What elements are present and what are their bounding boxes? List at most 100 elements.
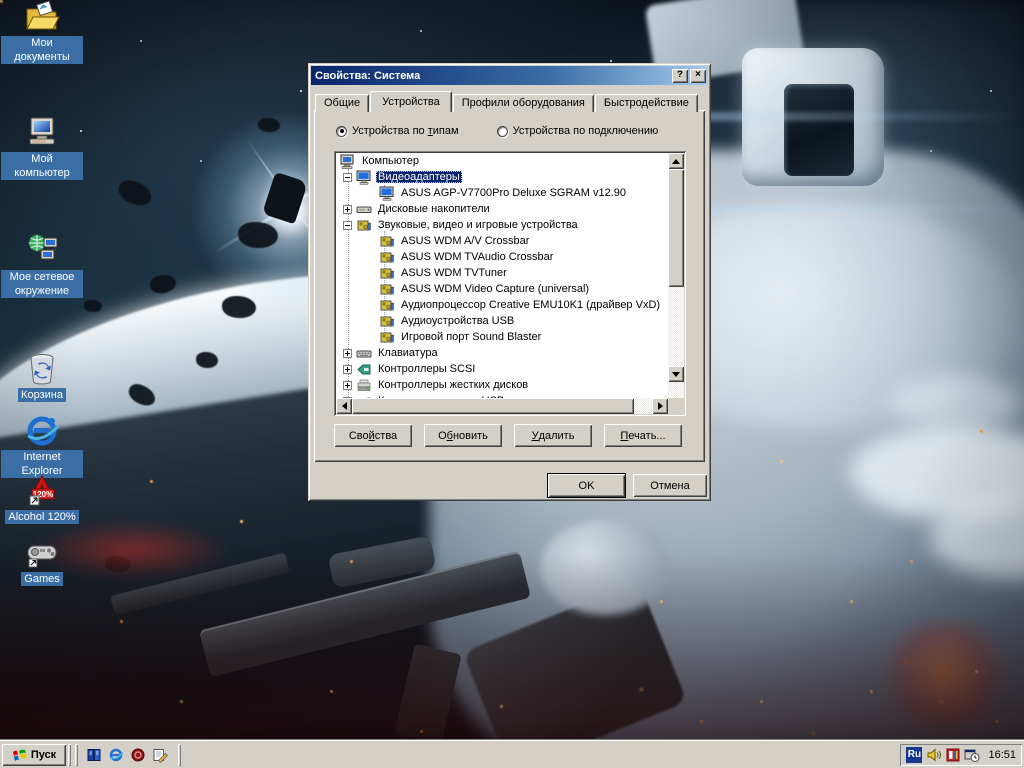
cd-emulator-icon[interactable] bbox=[945, 747, 961, 763]
help-icon[interactable]: ? bbox=[672, 68, 688, 83]
desktop-icon-label: Мое сетевое окружение bbox=[1, 270, 83, 298]
arrow-left-icon bbox=[341, 402, 347, 410]
desktop-icon-internet-explorer[interactable]: Internet Explorer bbox=[0, 414, 84, 478]
dialog-titlebar[interactable]: Свойства: Система ? × bbox=[311, 66, 708, 85]
scroll-up-button[interactable] bbox=[668, 153, 684, 169]
volume-icon[interactable] bbox=[926, 747, 942, 763]
horizontal-scroll-thumb[interactable] bbox=[352, 398, 634, 414]
tree-item-label: Контроллеры жестких дисков bbox=[378, 379, 529, 391]
tree-item[interactable]: Игровой порт Sound Blaster bbox=[336, 329, 668, 345]
device-tree: Компьютер Видеоадаптеры ASUS AGP-V7700Pro … bbox=[336, 153, 668, 398]
red-circle-icon[interactable] bbox=[128, 745, 148, 765]
network-neighborhood-icon bbox=[24, 234, 60, 268]
tree-item-label: Аудиоустройства USB bbox=[401, 315, 515, 327]
sound-icon bbox=[379, 330, 396, 345]
desktop-icon-label: Alcohol 120% bbox=[5, 510, 79, 524]
tree-item[interactable]: Аудиоустройства USB bbox=[336, 313, 668, 329]
alcohol-120-icon: 120% bbox=[24, 474, 60, 508]
sound-icon bbox=[379, 298, 396, 313]
vertical-scrollbar[interactable] bbox=[668, 153, 684, 398]
tree-item[interactable]: Клавиатура bbox=[336, 345, 668, 361]
tree-item-label: Дисковые накопители bbox=[378, 203, 490, 215]
remove-button[interactable]: Удалить bbox=[514, 424, 592, 447]
language-indicator[interactable]: Ru bbox=[906, 746, 923, 763]
collapse-icon[interactable] bbox=[343, 220, 352, 230]
scsi-icon bbox=[356, 362, 373, 377]
tree-item-label: ASUS AGP-V7700Pro Deluxe SGRAM v12.90 bbox=[401, 187, 626, 199]
tree-item-label: ASUS WDM Video Capture (universal) bbox=[401, 283, 590, 295]
collapse-icon[interactable] bbox=[343, 172, 352, 182]
print-button[interactable]: Печать... bbox=[604, 424, 682, 447]
scroll-right-button[interactable] bbox=[652, 398, 668, 414]
properties-button[interactable]: Сво й ства bbox=[334, 424, 412, 447]
scheduler-icon[interactable] bbox=[964, 747, 980, 763]
radio-label: Устройства по типам bbox=[352, 125, 459, 137]
arrow-right-icon bbox=[657, 402, 663, 410]
show-desktop-icon[interactable] bbox=[150, 745, 170, 765]
refresh-button[interactable]: Об новить bbox=[424, 424, 502, 447]
tree-item[interactable]: Аудиопроцессор Creative EMU10K1 (драйвер… bbox=[336, 297, 668, 313]
tree-item[interactable]: Дисковые накопители bbox=[336, 201, 668, 217]
tree-item[interactable]: ASUS WDM A/V Crossbar bbox=[336, 233, 668, 249]
desktop-icon-network-neighborhood[interactable]: Мое сетевое окружение bbox=[0, 234, 84, 298]
tree-item-label: ASUS WDM TVAudio Crossbar bbox=[401, 251, 554, 263]
ok-button[interactable]: OK bbox=[547, 473, 626, 498]
close-icon[interactable]: × bbox=[690, 68, 706, 83]
taskbar-handle[interactable] bbox=[68, 743, 71, 766]
radio-devices-by-type[interactable]: Устройства по типам bbox=[336, 125, 459, 137]
desktop-icon-label: Games bbox=[21, 572, 63, 586]
my-computer-icon bbox=[24, 116, 60, 150]
expand-icon[interactable] bbox=[343, 348, 352, 358]
tab-devices[interactable]: Устройства bbox=[370, 91, 452, 112]
tab-hardware-profiles[interactable]: Профили оборудования bbox=[452, 94, 594, 112]
expand-icon[interactable] bbox=[343, 204, 352, 214]
taskbar: Пуск Ru 16:51 bbox=[0, 740, 1024, 768]
tree-item[interactable]: Контроллеры жестких дисков bbox=[336, 377, 668, 393]
tree-item[interactable]: ASUS WDM TVAudio Crossbar bbox=[336, 249, 668, 265]
radio-circle-icon bbox=[496, 125, 508, 137]
start-button[interactable]: Пуск bbox=[2, 743, 66, 766]
recycle-bin-icon bbox=[24, 352, 60, 386]
desktop-icon-label: Корзина bbox=[18, 388, 66, 402]
sound-icon bbox=[379, 250, 396, 265]
my-documents-icon bbox=[24, 0, 60, 34]
scroll-left-button[interactable] bbox=[336, 398, 352, 414]
desktop-icon-games[interactable]: Games bbox=[0, 536, 84, 586]
tree-item-label: Звуковые, видео и игровые устройства bbox=[378, 219, 578, 231]
tree-item[interactable]: ASUS AGP-V7700Pro Deluxe SGRAM v12.90 bbox=[336, 185, 668, 201]
tab-performance[interactable]: Быстродействие bbox=[594, 94, 698, 112]
expand-icon[interactable] bbox=[343, 364, 352, 374]
tab-general[interactable]: Общие bbox=[315, 94, 370, 112]
tree-item-label: Компьютер bbox=[362, 155, 419, 167]
arrow-up-icon bbox=[672, 158, 680, 164]
drive-icon bbox=[356, 202, 373, 217]
desktop-icon-alcohol-120[interactable]: 120% Alcohol 120% bbox=[0, 474, 84, 524]
tree-item[interactable]: Контроллеры SCSI bbox=[336, 361, 668, 377]
sound-icon bbox=[379, 266, 396, 281]
tree-item[interactable]: Компьютер bbox=[336, 153, 668, 169]
tree-item-label: Аудиопроцессор Creative EMU10K1 (драйвер… bbox=[401, 299, 661, 311]
horizontal-scrollbar[interactable] bbox=[336, 398, 668, 414]
taskbar-handle[interactable] bbox=[178, 743, 181, 766]
desktop-icon-my-documents[interactable]: Мои документы bbox=[0, 0, 84, 64]
radio-devices-by-connection[interactable]: Устройства по подключению bbox=[496, 125, 659, 137]
vertical-scroll-thumb[interactable] bbox=[668, 169, 684, 287]
internet-explorer-icon[interactable] bbox=[106, 745, 126, 765]
desktop-icon-my-computer[interactable]: Мой компьютер bbox=[0, 116, 84, 180]
tree-item[interactable]: Видеоадаптеры bbox=[336, 169, 668, 185]
tree-item-label: Игровой порт Sound Blaster bbox=[401, 331, 542, 343]
desktop-icon-recycle-bin[interactable]: Корзина bbox=[0, 352, 84, 402]
dialog-title: Свойства: Система bbox=[315, 69, 421, 82]
cancel-button[interactable]: Отмена bbox=[633, 474, 707, 497]
desktop: Мои документы Мой компьютер Мое сетевое ок… bbox=[0, 0, 1024, 768]
blue-book-icon[interactable] bbox=[84, 745, 104, 765]
desktop-icon-label: Мой компьютер bbox=[1, 152, 83, 180]
expand-icon[interactable] bbox=[343, 380, 352, 390]
tree-item[interactable]: ASUS WDM Video Capture (universal) bbox=[336, 281, 668, 297]
tree-item[interactable]: ASUS WDM TVTuner bbox=[336, 265, 668, 281]
taskbar-handle[interactable] bbox=[75, 743, 78, 766]
radio-label: Устройства по подключению bbox=[512, 125, 659, 137]
tree-item[interactable]: Звуковые, видео и игровые устройства bbox=[336, 217, 668, 233]
sound-icon bbox=[379, 282, 396, 297]
scroll-down-button[interactable] bbox=[668, 366, 684, 382]
